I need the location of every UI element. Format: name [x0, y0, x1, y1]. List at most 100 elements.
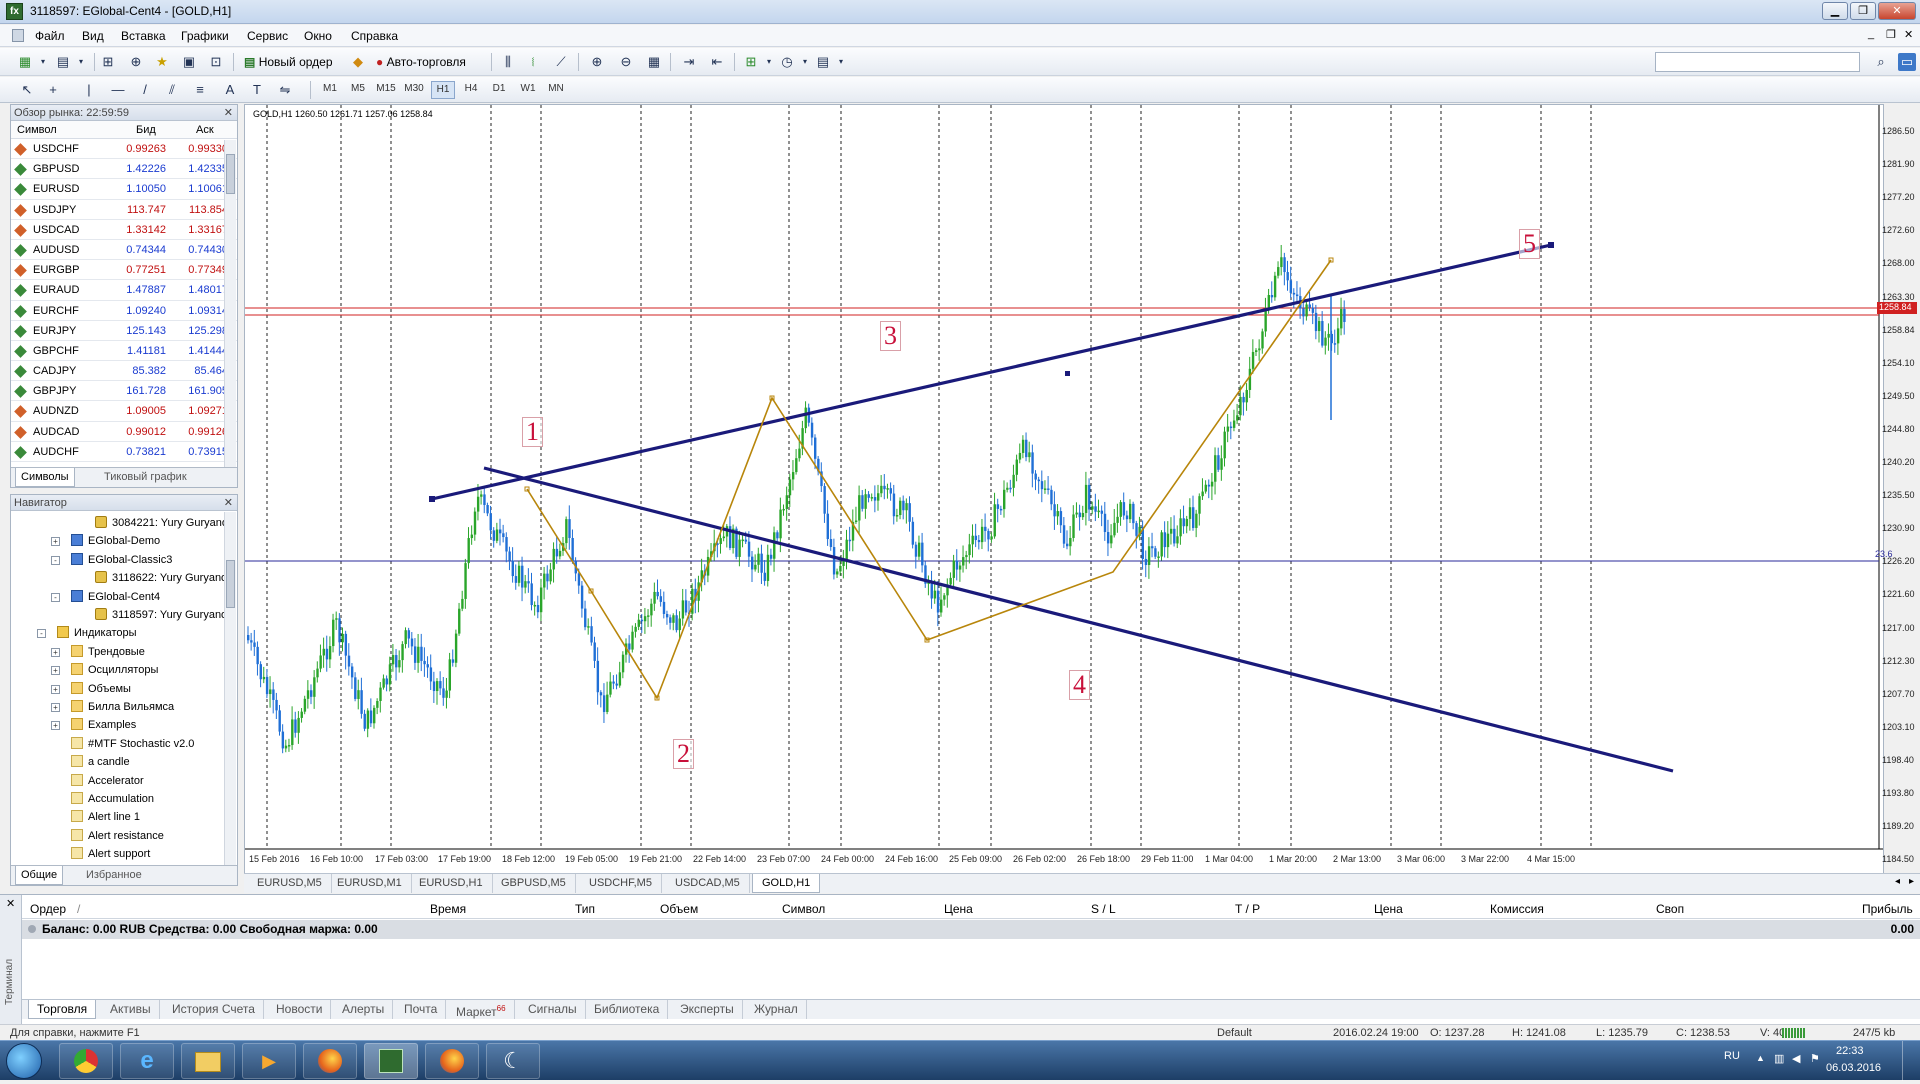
col-commission[interactable]: Комиссия: [1490, 902, 1544, 916]
timeframe-h1[interactable]: H1: [431, 81, 455, 99]
market-watch-scrollbar[interactable]: [224, 140, 236, 468]
tab-symbols[interactable]: Символы: [15, 468, 75, 487]
tabs-scroll-left-icon[interactable]: ◂: [1895, 876, 1900, 887]
tray-expand-icon[interactable]: ▲: [1756, 1053, 1765, 1063]
terminal-tab[interactable]: Журнал: [746, 1000, 807, 1019]
close-icon[interactable]: ✕: [6, 897, 15, 910]
indicators-icon[interactable]: ⊞: [742, 53, 760, 71]
navigator-item[interactable]: a candle: [71, 754, 130, 770]
timeframe-m5[interactable]: M5: [346, 81, 370, 97]
navigator-item[interactable]: EGlobal-Demo: [71, 533, 160, 549]
inner-restore-button[interactable]: ❐: [1886, 28, 1896, 41]
collapse-icon[interactable]: -: [51, 555, 60, 565]
app-taskbar-button[interactable]: ☾: [486, 1043, 540, 1079]
restore-button[interactable]: ❐: [1850, 2, 1876, 20]
dropdown-arrow-icon[interactable]: ▾: [832, 53, 850, 71]
expand-icon[interactable]: +: [51, 666, 60, 676]
chart-tab[interactable]: EURUSD,M5: [248, 874, 332, 893]
market-watch-row[interactable]: CADJPY 85.382 85.464: [11, 361, 237, 382]
search-icon[interactable]: ⌕: [1872, 53, 1890, 71]
terminal-icon[interactable]: ▣: [180, 53, 198, 71]
cursor-icon[interactable]: ↖: [18, 81, 36, 99]
timeframe-m15[interactable]: M15: [374, 81, 398, 97]
dropdown-arrow-icon[interactable]: ▾: [72, 53, 90, 71]
col-price-current[interactable]: Цена: [1374, 902, 1403, 916]
status-profile[interactable]: Default: [1217, 1027, 1252, 1039]
vertical-line-icon[interactable]: |: [80, 81, 98, 99]
terminal-tab[interactable]: Торговля: [28, 1000, 97, 1019]
col-bid[interactable]: Бид: [136, 124, 156, 136]
terminal-tab[interactable]: История Счета: [164, 1000, 264, 1019]
market-watch-row[interactable]: EURAUD 1.47887 1.48017: [11, 280, 237, 301]
market-watch-row[interactable]: EURUSD 1.10050 1.10061: [11, 179, 237, 200]
chart-tab[interactable]: EURUSD,H1: [410, 874, 493, 893]
expand-icon[interactable]: +: [51, 647, 60, 657]
col-symbol[interactable]: Символ: [17, 124, 57, 136]
chart-tab[interactable]: GOLD,H1: [752, 874, 821, 893]
navigator-item[interactable]: 3084221: Yury Guryanov: [95, 515, 234, 531]
timeframe-mn[interactable]: MN: [544, 81, 568, 97]
terminal-tab[interactable]: Библиотека: [586, 1000, 669, 1019]
new-chart-icon[interactable]: ▦: [16, 53, 34, 71]
market-watch-row[interactable]: AUDCHF 0.73821 0.73915: [11, 442, 237, 462]
market-watch-row[interactable]: AUDCAD 0.99012 0.99126: [11, 422, 237, 442]
zoom-in-icon[interactable]: ⊕: [588, 53, 606, 71]
chat-icon[interactable]: ▭: [1898, 53, 1916, 71]
market-watch-row[interactable]: USDCHF 0.99263 0.99330: [11, 139, 237, 160]
market-watch-row[interactable]: EURJPY 125.143 125.298: [11, 321, 237, 341]
metatrader-taskbar-button[interactable]: [364, 1043, 418, 1079]
close-icon[interactable]: ✕: [224, 105, 233, 121]
expand-icon[interactable]: +: [51, 684, 60, 694]
navigator-icon[interactable]: ★: [153, 53, 171, 71]
bar-chart-icon[interactable]: ⫼: [499, 53, 517, 71]
fibonacci-icon[interactable]: ≡: [191, 81, 209, 99]
col-symbol[interactable]: Символ: [782, 902, 825, 916]
language-indicator[interactable]: RU: [1724, 1050, 1740, 1062]
navigator-item[interactable]: Alert line 1: [71, 809, 140, 825]
market-watch-row[interactable]: EURCHF 1.09240 1.09314: [11, 301, 237, 321]
line-chart-icon[interactable]: ⟋: [552, 53, 570, 71]
minimize-button[interactable]: ▁: [1822, 2, 1848, 20]
col-time[interactable]: Время: [430, 902, 466, 916]
timeframe-w1[interactable]: W1: [516, 81, 540, 97]
collapse-icon[interactable]: -: [51, 592, 60, 602]
chart-tab[interactable]: USDCAD,M5: [666, 874, 750, 893]
periods-icon[interactable]: ◷: [778, 53, 796, 71]
scrollbar-thumb[interactable]: [226, 560, 235, 608]
data-window-icon[interactable]: ⊕: [127, 53, 145, 71]
tile-windows-icon[interactable]: ▦: [645, 53, 663, 71]
tab-favorites[interactable]: Избранное: [81, 866, 147, 885]
chart-tab[interactable]: EURUSD,M1: [328, 874, 412, 893]
navigator-item[interactable]: Alert support: [71, 846, 150, 861]
market-watch-row[interactable]: GBPUSD 1.42226 1.42335: [11, 159, 237, 180]
chrome-taskbar-button[interactable]: [59, 1043, 113, 1079]
chart-tab[interactable]: GBPUSD,M5: [492, 874, 576, 893]
timeframe-m30[interactable]: M30: [402, 81, 426, 97]
dropdown-arrow-icon[interactable]: ▾: [34, 53, 52, 71]
auto-trading-button[interactable]: ● Авто-торговля: [375, 52, 487, 72]
navigator-item[interactable]: EGlobal-Classic3: [71, 552, 172, 568]
terminal-tab[interactable]: Почта: [396, 1000, 447, 1019]
navigator-item[interactable]: 3118622: Yury Guryanov: [95, 570, 233, 586]
navigator-item[interactable]: EGlobal-Cent4: [71, 589, 160, 605]
market-watch-row[interactable]: USDJPY 113.747 113.854: [11, 200, 237, 220]
candlestick-icon[interactable]: ⧙: [524, 53, 542, 71]
wave-label-1[interactable]: 1: [522, 417, 543, 447]
meta-editor-icon[interactable]: ◆: [349, 53, 367, 71]
market-watch-row[interactable]: GBPCHF 1.41181 1.41444: [11, 341, 237, 362]
price-chart[interactable]: [245, 105, 1883, 873]
navigator-item[interactable]: Объемы: [71, 681, 131, 697]
navigator-item[interactable]: Accumulation: [71, 791, 154, 807]
expand-icon[interactable]: +: [51, 537, 60, 547]
menu-service[interactable]: Сервис: [247, 29, 288, 43]
clock-time[interactable]: 22:33: [1836, 1045, 1864, 1057]
col-type[interactable]: Тип: [575, 902, 595, 916]
wave-label-5[interactable]: 5: [1519, 229, 1540, 259]
expand-icon[interactable]: +: [51, 703, 60, 712]
start-button[interactable]: [6, 1043, 42, 1079]
col-tp[interactable]: T / P: [1235, 902, 1260, 916]
timeframe-m1[interactable]: M1: [318, 81, 342, 97]
col-swap[interactable]: Своп: [1656, 902, 1684, 916]
ie-taskbar-button[interactable]: e: [120, 1043, 174, 1079]
wave-label-2[interactable]: 2: [673, 739, 694, 769]
